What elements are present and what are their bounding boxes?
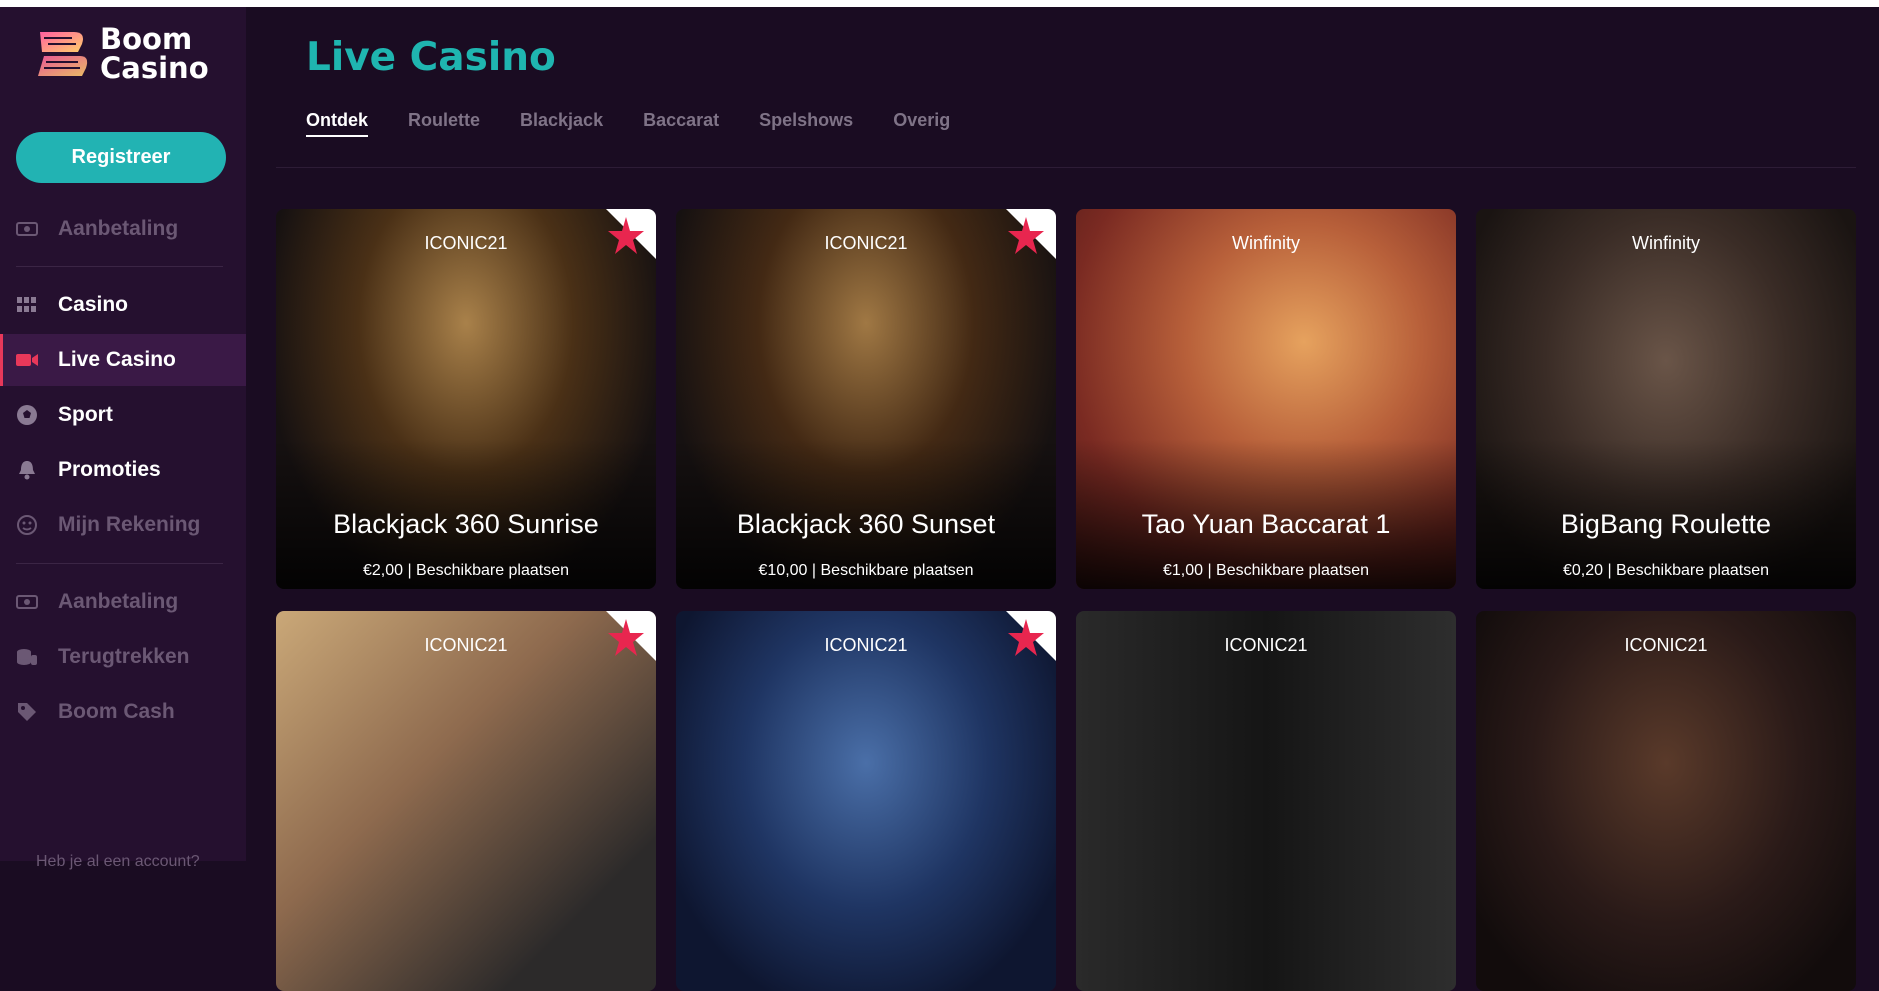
sidebar-divider — [16, 563, 223, 564]
game-name: BigBang Roulette — [1476, 509, 1856, 540]
tab-blackjack[interactable]: Blackjack — [520, 110, 603, 137]
tabs-separator — [276, 167, 1856, 168]
register-button[interactable]: Registreer — [16, 132, 226, 183]
sidebar-item-label: Promoties — [58, 458, 161, 482]
sidebar-item-live-casino[interactable]: Live Casino — [0, 334, 246, 386]
sidebar-divider — [16, 266, 223, 267]
main-content: Live Casino Ontdek Roulette Blackjack Ba… — [246, 7, 1879, 861]
game-meta: €10,00 | Beschikbare plaatsen — [676, 562, 1056, 580]
game-card[interactable]: Winfinity Tao Yuan Baccarat 1 €1,00 | Be… — [1076, 209, 1456, 589]
bell-icon — [16, 459, 38, 481]
game-card[interactable]: ICONIC21 Blackjack 360 Sunset €10,00 | B… — [676, 209, 1056, 589]
game-card[interactable]: ICONIC21 — [1076, 611, 1456, 991]
featured-star-icon — [986, 209, 1056, 279]
featured-star-icon — [586, 209, 656, 279]
sidebar: Boom Casino Registreer Aanbetaling Casin… — [0, 7, 246, 861]
featured-star-icon — [586, 611, 656, 681]
sidebar-item-label: Sport — [58, 403, 113, 427]
category-tabs: Ontdek Roulette Blackjack Baccarat Spels… — [306, 110, 990, 137]
page-title: Live Casino — [306, 35, 556, 80]
game-name: Tao Yuan Baccarat 1 — [1076, 509, 1456, 540]
tab-other[interactable]: Overig — [893, 110, 950, 137]
sidebar-item-sport[interactable]: Sport — [0, 389, 246, 441]
top-border — [0, 0, 1879, 7]
tab-game-shows[interactable]: Spelshows — [759, 110, 853, 137]
coins-icon — [16, 646, 38, 668]
boom-logo-icon — [34, 26, 90, 82]
sidebar-item-label: Aanbetaling — [58, 590, 178, 614]
sidebar-item-label: Terugtrekken — [58, 645, 190, 669]
game-provider: ICONIC21 — [1076, 635, 1456, 656]
cash-icon — [16, 218, 38, 240]
game-provider: Winfinity — [1076, 233, 1456, 254]
sidebar-item-label: Aanbetaling — [58, 217, 178, 241]
sidebar-item-withdraw[interactable]: Terugtrekken — [0, 631, 246, 683]
tab-discover[interactable]: Ontdek — [306, 110, 368, 137]
camera-icon — [16, 349, 38, 371]
game-provider: ICONIC21 — [1476, 635, 1856, 656]
sidebar-item-label: Boom Cash — [58, 700, 175, 724]
sidebar-item-deposit-2[interactable]: Aanbetaling — [0, 576, 246, 628]
game-name: Blackjack 360 Sunrise — [276, 509, 656, 540]
game-card[interactable]: Winfinity BigBang Roulette €0,20 | Besch… — [1476, 209, 1856, 589]
tab-roulette[interactable]: Roulette — [408, 110, 480, 137]
sidebar-item-promotions[interactable]: Promoties — [0, 444, 246, 496]
game-meta: €0,20 | Beschikbare plaatsen — [1476, 562, 1856, 580]
game-card[interactable]: ICONIC21 — [1476, 611, 1856, 991]
tag-icon — [16, 701, 38, 723]
account-hint[interactable]: Heb je al een account? — [36, 853, 200, 871]
brand-name: Boom Casino — [100, 25, 209, 83]
sidebar-item-my-account[interactable]: Mijn Rekening — [0, 499, 246, 551]
game-provider: Winfinity — [1476, 233, 1856, 254]
sidebar-item-label: Live Casino — [58, 348, 176, 372]
sidebar-item-boom-cash[interactable]: Boom Cash — [0, 686, 246, 738]
brand-logo[interactable]: Boom Casino — [34, 25, 209, 83]
game-meta: €1,00 | Beschikbare plaatsen — [1076, 562, 1456, 580]
cash-icon — [16, 591, 38, 613]
sidebar-item-casino[interactable]: Casino — [0, 279, 246, 331]
game-card[interactable]: ICONIC21 — [676, 611, 1056, 991]
game-name: Blackjack 360 Sunset — [676, 509, 1056, 540]
game-meta: €2,00 | Beschikbare plaatsen — [276, 562, 656, 580]
sidebar-item-label: Casino — [58, 293, 128, 317]
game-card[interactable]: ICONIC21 Blackjack 360 Sunrise €2,00 | B… — [276, 209, 656, 589]
brand-line-1: Boom — [100, 25, 209, 54]
grid-icon — [16, 294, 38, 316]
tab-baccarat[interactable]: Baccarat — [643, 110, 719, 137]
sidebar-item-label: Mijn Rekening — [58, 513, 200, 537]
brand-line-2: Casino — [100, 54, 209, 83]
sidebar-item-deposit[interactable]: Aanbetaling — [0, 203, 246, 255]
soccer-ball-icon — [16, 404, 38, 426]
game-card[interactable]: ICONIC21 — [276, 611, 656, 991]
user-face-icon — [16, 514, 38, 536]
featured-star-icon — [986, 611, 1056, 681]
